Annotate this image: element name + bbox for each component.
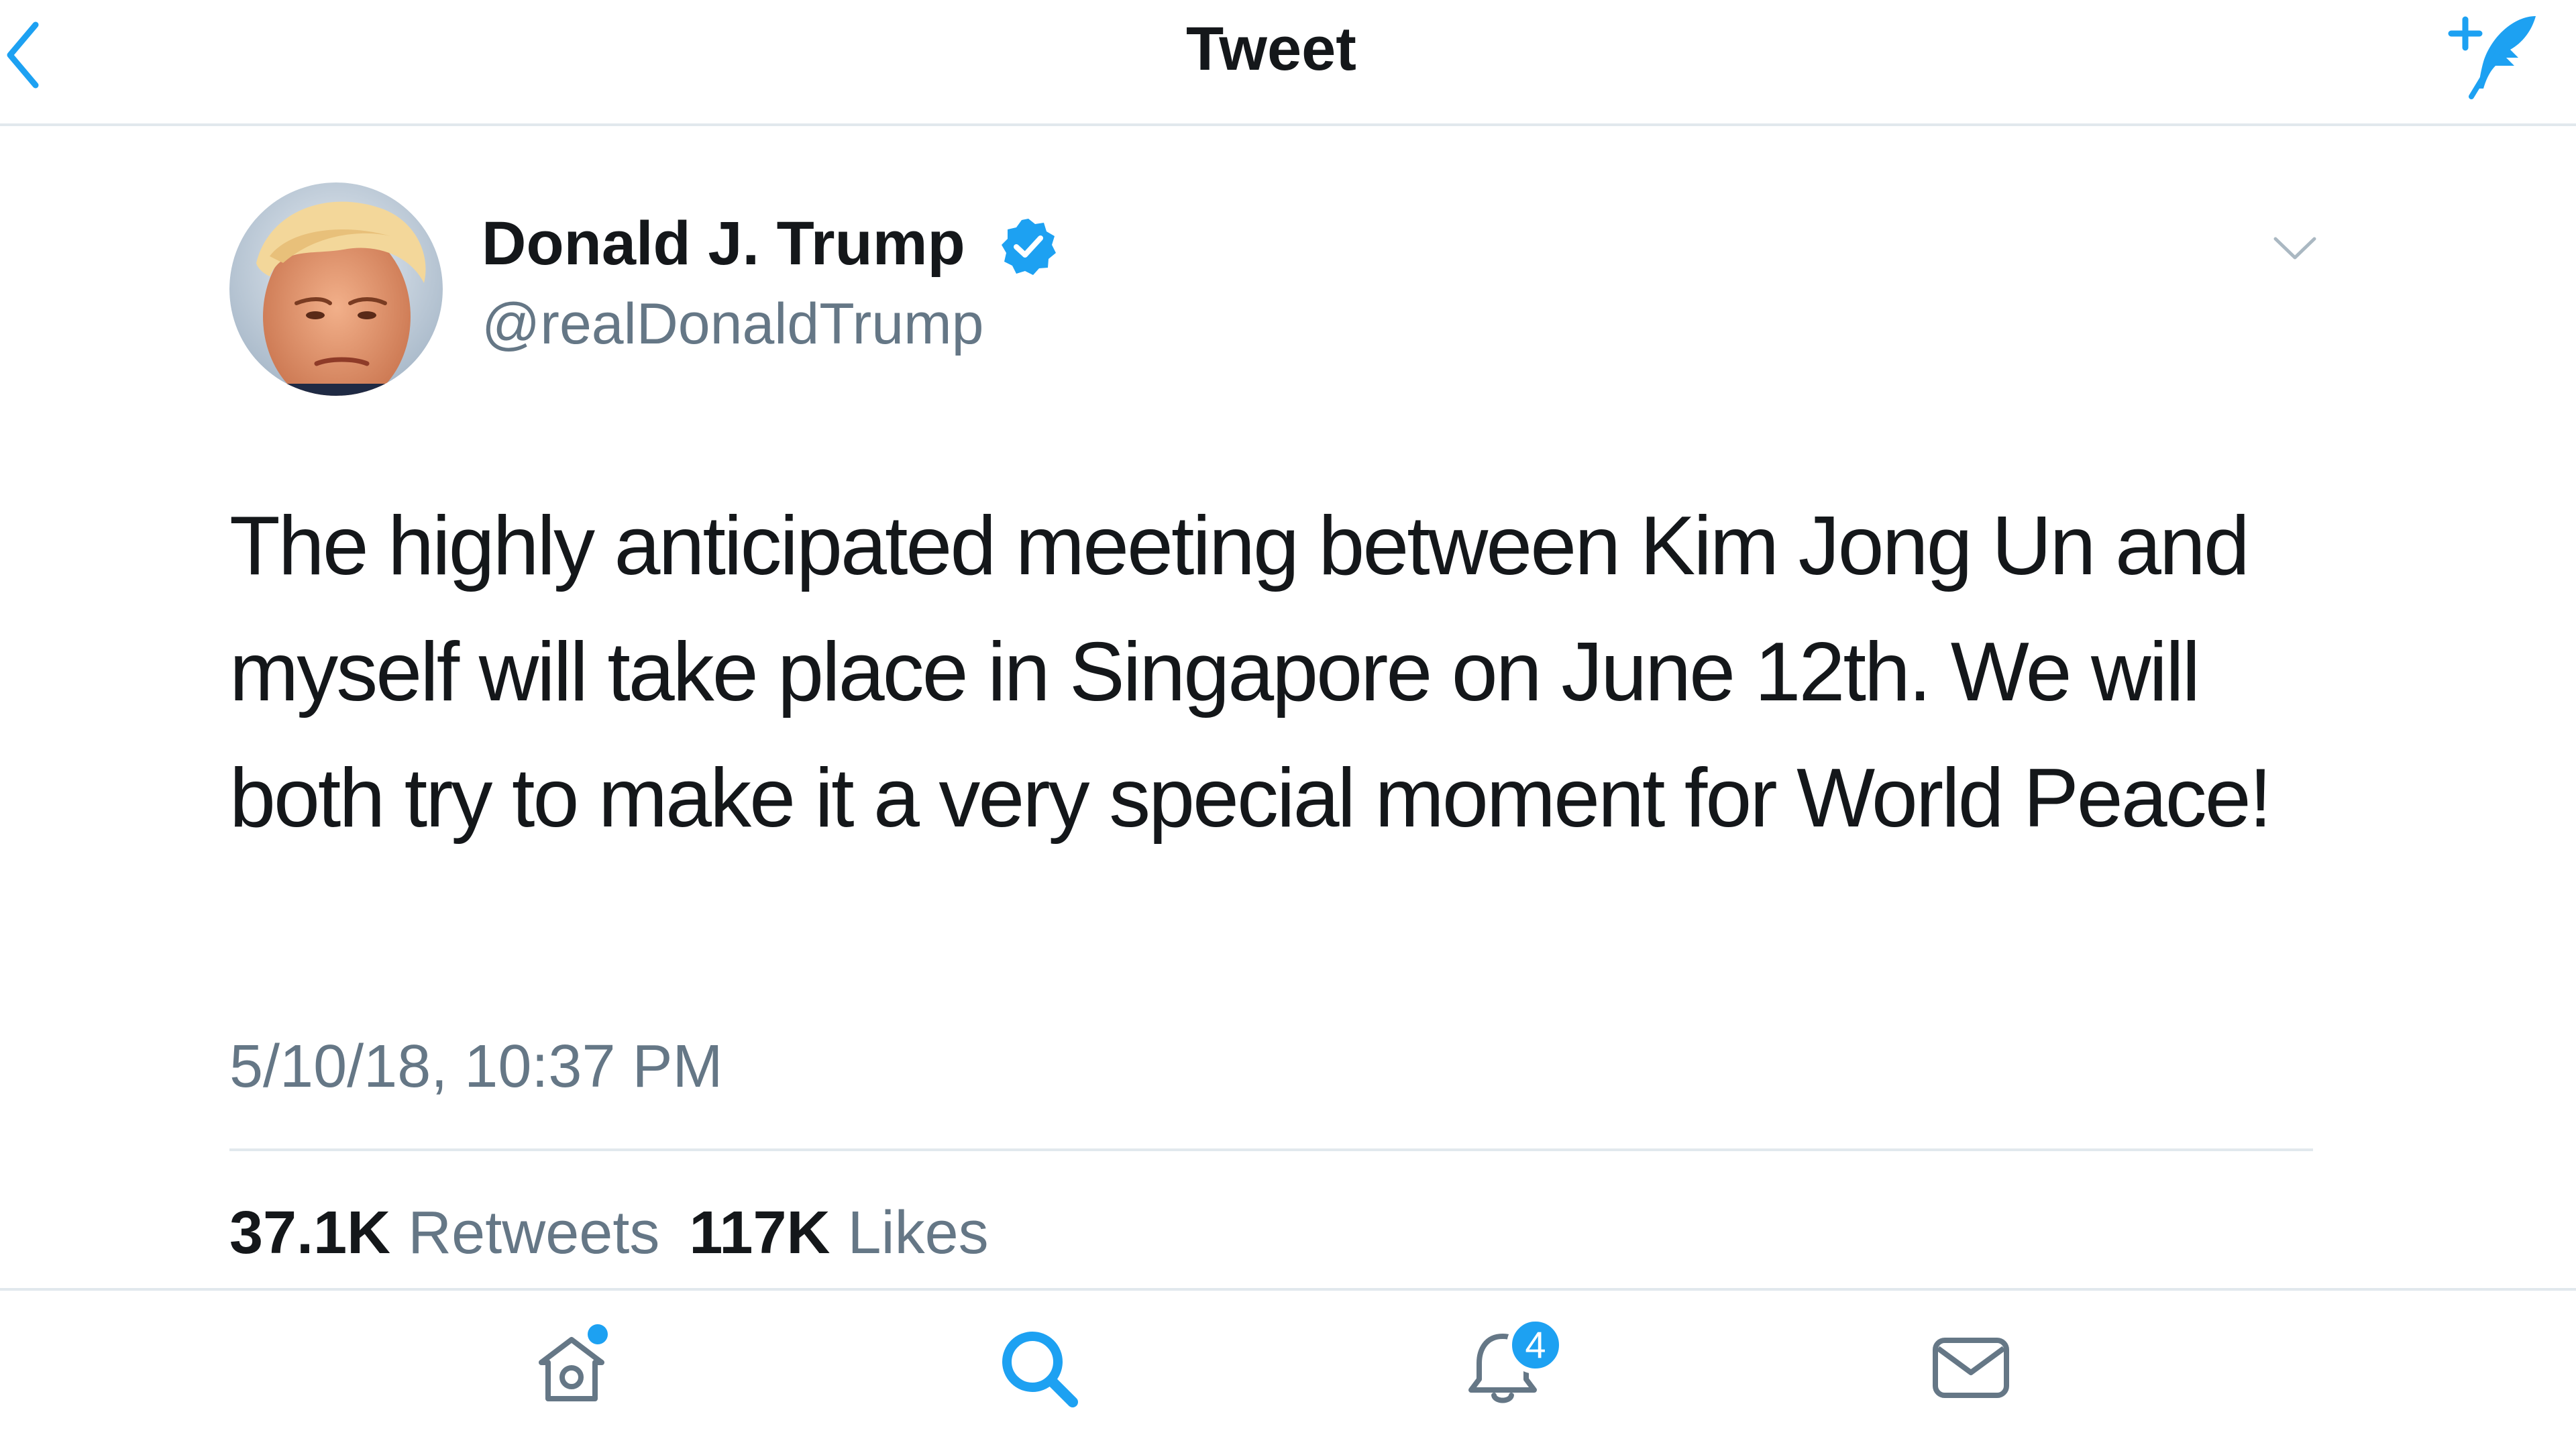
notifications-badge: 4 [1507, 1316, 1564, 1374]
likes-stat[interactable]: 117K Likes [689, 1199, 988, 1267]
chevron-down-icon [2273, 237, 2316, 260]
compose-tweet-icon [2448, 16, 2536, 99]
tweet-detail-screen: Tweet Donald J. Trump @realDonaldTrump T… [0, 0, 2576, 1449]
verified-badge-icon [1002, 219, 1056, 275]
tweet-stats: 37.1K Retweets 117K Likes [229, 1193, 989, 1273]
tab-search[interactable] [971, 1291, 1106, 1445]
top-bar: Tweet [0, 0, 2576, 126]
author-handle[interactable]: @realDonaldTrump [482, 287, 984, 361]
likes-label: Likes [847, 1199, 989, 1267]
tab-home[interactable] [504, 1291, 639, 1445]
divider [229, 1148, 2313, 1151]
tweet-text: The highly anticipated meeting between K… [229, 500, 2272, 845]
retweets-label: Retweets [408, 1199, 660, 1267]
tweet-timestamp: 5/10/18, 10:37 PM [229, 1033, 723, 1100]
home-new-dot [588, 1324, 608, 1344]
avatar[interactable] [229, 182, 443, 396]
author-name[interactable]: Donald J. Trump [482, 207, 965, 280]
page-title: Tweet [1186, 15, 1356, 83]
messages-icon [1933, 1338, 2009, 1398]
retweets-stat[interactable]: 37.1K Retweets [229, 1199, 659, 1267]
tweet-options-button[interactable] [2271, 228, 2318, 268]
search-icon [1002, 1332, 1078, 1407]
likes-count: 117K [689, 1199, 830, 1267]
retweets-count: 37.1K [229, 1199, 391, 1267]
compose-tweet-button[interactable] [2442, 4, 2542, 105]
tab-messages[interactable] [1904, 1291, 2038, 1445]
avatar-photo [229, 182, 443, 396]
tab-notifications[interactable]: 4 [1436, 1291, 1570, 1445]
bottom-tab-bar: 4 [0, 1288, 2576, 1449]
